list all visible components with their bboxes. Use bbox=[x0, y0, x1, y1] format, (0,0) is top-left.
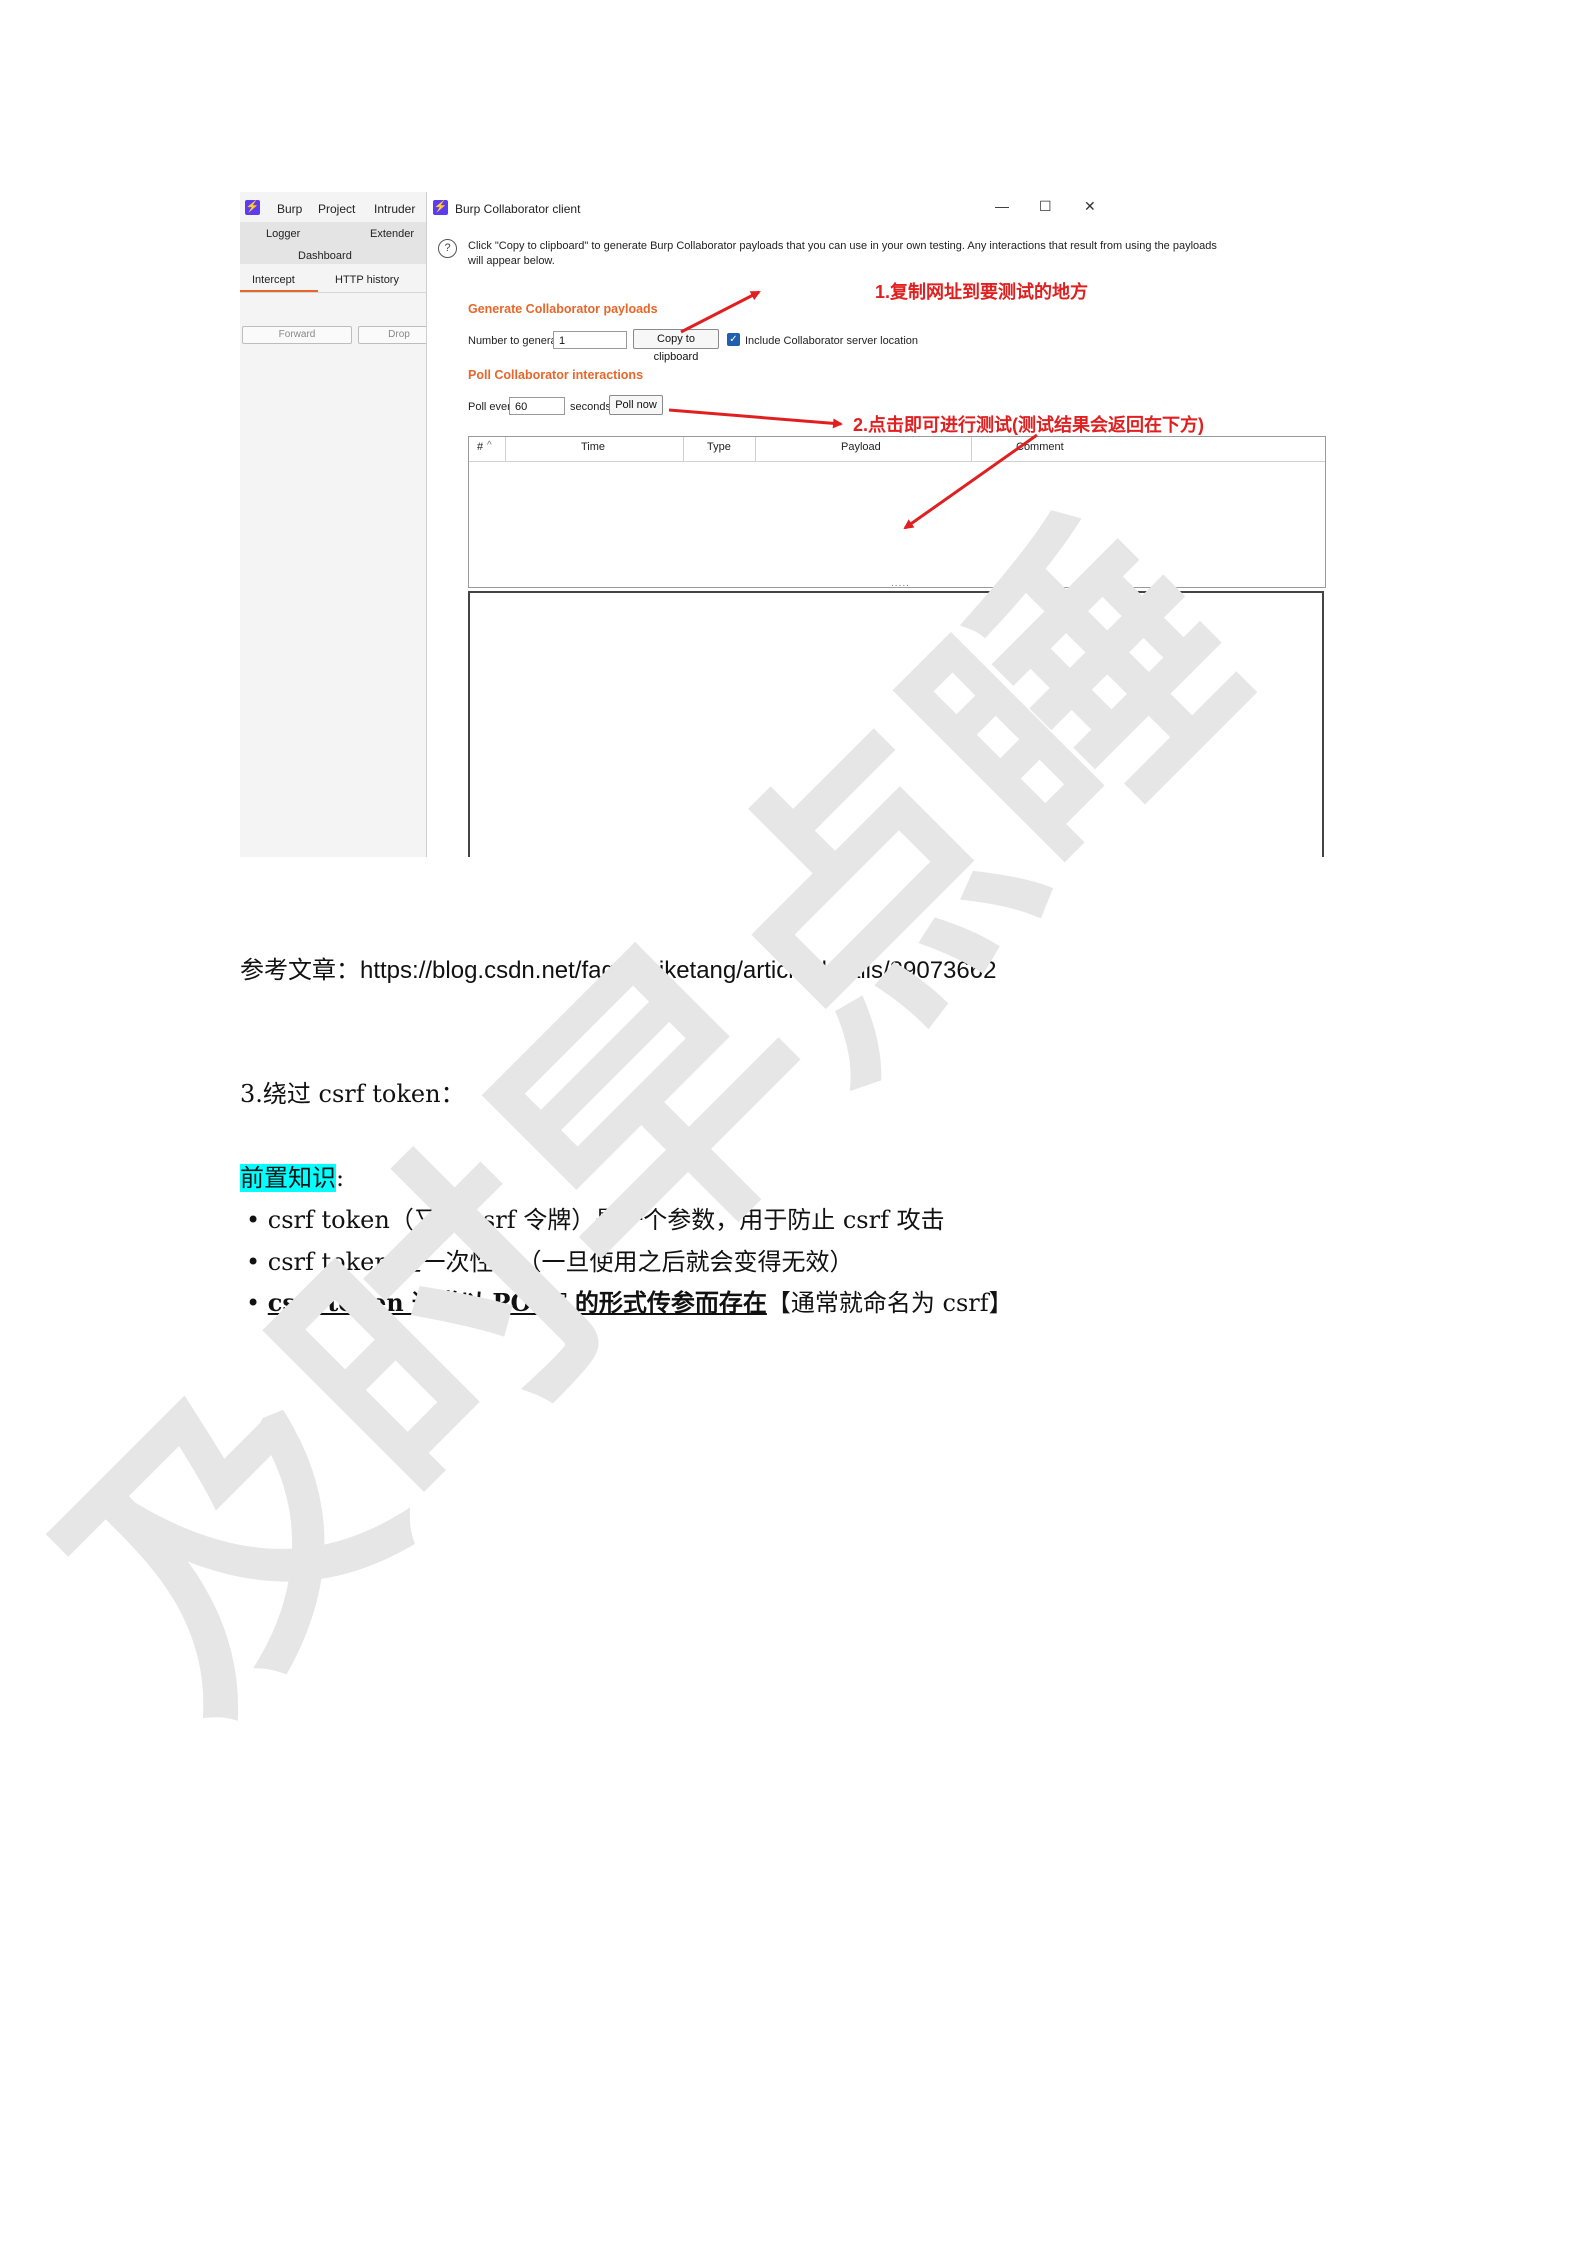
reference-url[interactable]: https://blog.csdn.net/fageweiketang/arti… bbox=[360, 957, 996, 984]
bullet-icon: • bbox=[246, 1206, 261, 1234]
bullet-item: • csrf token 是一次性的（一旦使用之后就会变得无效） bbox=[246, 1242, 853, 1277]
bullet-text: csrf token（又称 csrf 令牌）是一个参数，用于防止 csrf 攻击 bbox=[267, 1206, 945, 1234]
reference-label: 参考文章： bbox=[240, 956, 360, 984]
arrow-to-copy bbox=[680, 290, 761, 334]
section-title: 3.绕过 csrf token： bbox=[240, 1080, 465, 1108]
prereq-label: 前置知识 bbox=[240, 1164, 336, 1192]
menu-project[interactable]: Project bbox=[318, 202, 355, 216]
prereq-colon: : bbox=[336, 1164, 345, 1192]
burp-main-window: ⚡ Burp Project Intruder Logger Extender … bbox=[240, 192, 440, 857]
bullet-text: csrf token 是一次性的（一旦使用之后就会变得无效） bbox=[267, 1248, 854, 1276]
bullet-item: • csrf token 通常以 POST 的形式传参而存在【通常就命名为 cs… bbox=[246, 1283, 1013, 1318]
arrow-from-poll bbox=[668, 408, 843, 429]
burp-screenshot: ⚡ Burp Project Intruder Logger Extender … bbox=[240, 192, 1346, 857]
subtab-intercept[interactable]: Intercept bbox=[252, 274, 295, 286]
arrow-to-table bbox=[903, 433, 1038, 530]
tab-extender[interactable]: Extender bbox=[370, 228, 414, 240]
forward-button[interactable]: Forward bbox=[242, 326, 352, 344]
subtab-http-history[interactable]: HTTP history bbox=[335, 274, 399, 286]
bullet-rest-text: 【通常就命名为 csrf】 bbox=[766, 1289, 1013, 1317]
annotation-arrows bbox=[668, 290, 1038, 530]
burp-logo-icon: ⚡ bbox=[245, 200, 260, 215]
divider bbox=[240, 292, 426, 293]
bullet-icon: • bbox=[246, 1289, 261, 1317]
prereq-heading: 前置知识: bbox=[240, 1158, 344, 1193]
bullet-item: • csrf token（又称 csrf 令牌）是一个参数，用于防止 csrf … bbox=[246, 1200, 945, 1235]
menu-intruder[interactable]: Intruder bbox=[374, 202, 415, 216]
bullet-icon: • bbox=[246, 1248, 261, 1276]
tab-dashboard[interactable]: Dashboard bbox=[298, 250, 352, 262]
collaborator-window: ⚡ Burp Collaborator client — ☐ ✕ ? Click… bbox=[426, 192, 1346, 857]
reference-line: 参考文章：https://blog.csdn.net/fageweiketang… bbox=[240, 950, 996, 985]
menu-burp[interactable]: Burp bbox=[277, 202, 302, 216]
tab-logger[interactable]: Logger bbox=[266, 228, 300, 240]
bullet-bold-text: csrf token 通常以 POST 的形式传参而存在 bbox=[267, 1288, 767, 1317]
